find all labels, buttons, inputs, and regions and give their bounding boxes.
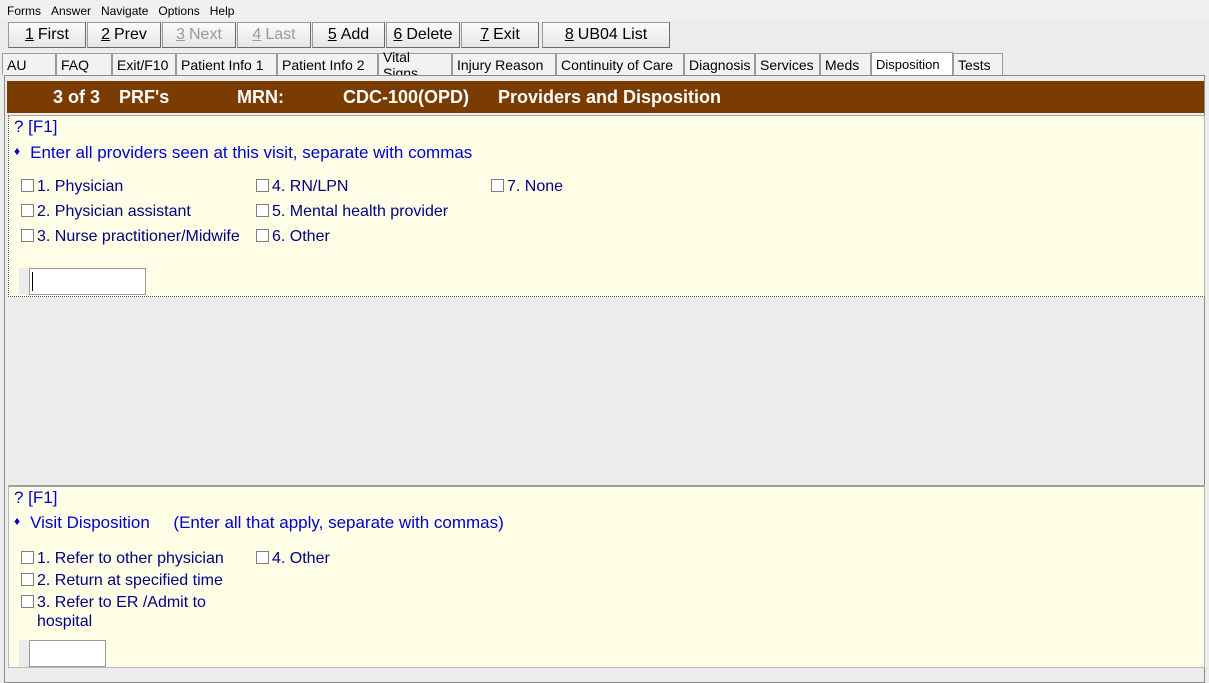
disposition-option-refer-er[interactable]: 3. Refer to ER /Admit to hospital	[21, 593, 231, 631]
tab-patient-info-2[interactable]: Patient Info 2	[277, 53, 378, 75]
provider-option-rn-lpn[interactable]: 4. RN/LPN	[256, 177, 348, 196]
tab-exit-f10[interactable]: Exit/F10	[112, 53, 176, 75]
tab-patient-info-1[interactable]: Patient Info 1	[176, 53, 277, 75]
add-button[interactable]: 5 Add	[312, 22, 385, 48]
next-button[interactable]: 3 Next	[162, 22, 236, 48]
form-panel: 3 of 3 PRF's MRN: CDC-100(OPD) Providers…	[4, 75, 1205, 683]
disposition-help-link[interactable]: ? [F1]	[14, 488, 57, 508]
first-button[interactable]: 1 First	[8, 22, 86, 48]
menu-forms[interactable]: Forms	[2, 4, 46, 18]
disposition-section: ? [F1] ♦ Visit Disposition (Enter all tha…	[8, 485, 1205, 668]
provider-option-physician-assistant[interactable]: 2. Physician assistant	[21, 202, 191, 221]
checkbox[interactable]	[21, 595, 34, 608]
form-header: 3 of 3 PRF's MRN: CDC-100(OPD) Providers…	[7, 81, 1204, 113]
delete-button[interactable]: 6 Delete	[386, 22, 460, 48]
toolbar: 1 First 2 Prev 3 Next 4 Last 5 Add 6 Delete 7E…	[8, 22, 671, 49]
providers-section: ? [F1] ♦ Enter all providers seen at this…	[8, 115, 1205, 297]
disposition-question: ♦ Visit Disposition (Enter all that apply…	[14, 513, 504, 532]
checkbox[interactable]	[21, 179, 34, 192]
tab-disposition[interactable]: Disposition	[871, 52, 953, 76]
tab-strip: AU FAQ Exit/F10 Patient Info 1 Patient I…	[2, 49, 1003, 81]
bullet-icon: ♦	[14, 144, 21, 158]
menu-navigate[interactable]: Navigate	[96, 4, 153, 18]
providers-question: ♦ Enter all providers seen at this visit,…	[14, 143, 473, 162]
checkbox[interactable]	[491, 179, 504, 192]
menu-options[interactable]: Options	[153, 4, 204, 18]
input-gutter	[19, 640, 29, 667]
tab-tests[interactable]: Tests	[953, 53, 1003, 75]
provider-option-other[interactable]: 6. Other	[256, 227, 330, 246]
menu-bar: Forms Answer Navigate Options Help	[0, 0, 1209, 21]
tab-vital-signs[interactable]: Vital Signs	[378, 49, 452, 81]
tab-injury-reason[interactable]: Injury Reason	[452, 53, 556, 75]
bullet-icon: ♦	[14, 514, 21, 528]
providers-input[interactable]	[29, 268, 146, 295]
provider-option-none[interactable]: 7. None	[491, 177, 563, 196]
provider-option-mental-health[interactable]: 5. Mental health provider	[256, 202, 448, 221]
last-button[interactable]: 4 Last	[237, 22, 311, 48]
tab-au[interactable]: AU	[2, 53, 56, 75]
tab-faq[interactable]: FAQ	[56, 53, 112, 75]
exit-button[interactable]: 7 Exit	[461, 22, 539, 48]
provider-option-nurse-practitioner[interactable]: 3. Nurse practitioner/Midwife	[21, 227, 240, 246]
checkbox[interactable]	[256, 204, 269, 217]
prev-button[interactable]: 2 Prev	[87, 22, 161, 48]
providers-help-link[interactable]: ? [F1]	[14, 117, 57, 137]
page-title: Providers and Disposition	[498, 86, 722, 107]
mrn-label: MRN:	[237, 86, 284, 107]
ub04-list-button[interactable]: 8 UB04 List	[542, 22, 670, 48]
mrn-value: CDC-100(OPD)	[343, 86, 470, 107]
record-counter: 3 of 3	[53, 86, 101, 107]
disposition-input[interactable]	[29, 640, 106, 667]
checkbox[interactable]	[21, 229, 34, 242]
checkbox[interactable]	[256, 179, 269, 192]
form-type: PRF's	[119, 86, 170, 107]
menu-help[interactable]: Help	[205, 4, 240, 18]
provider-option-physician[interactable]: 1. Physician	[21, 177, 123, 196]
tab-continuity-of-care[interactable]: Continuity of Care	[556, 53, 684, 75]
text-caret	[32, 272, 33, 291]
tab-diagnosis[interactable]: Diagnosis	[684, 53, 755, 75]
tab-meds[interactable]: Meds	[820, 53, 871, 75]
checkbox[interactable]	[21, 551, 34, 564]
input-gutter	[19, 268, 29, 295]
disposition-option-other[interactable]: 4. Other	[256, 549, 330, 568]
disposition-option-refer-physician[interactable]: 1. Refer to other physician	[21, 549, 224, 568]
checkbox[interactable]	[256, 229, 269, 242]
checkbox[interactable]	[256, 551, 269, 564]
checkbox[interactable]	[21, 573, 34, 586]
checkbox[interactable]	[21, 204, 34, 217]
disposition-option-return[interactable]: 2. Return at specified time	[21, 571, 223, 590]
tab-services[interactable]: Services	[755, 53, 820, 75]
menu-answer[interactable]: Answer	[46, 4, 96, 18]
